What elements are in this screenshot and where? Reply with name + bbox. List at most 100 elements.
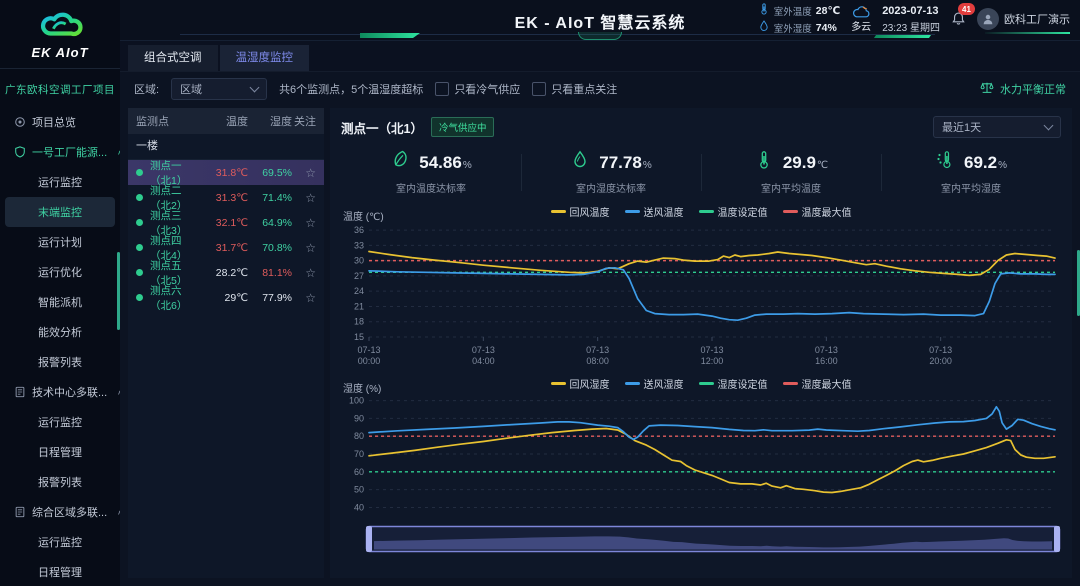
status-dot — [136, 294, 143, 301]
kpi-label: 室内平均湿度 — [941, 180, 1001, 195]
point-temperature: 29℃ — [202, 292, 248, 304]
kpi-unit: ℃ — [817, 160, 828, 171]
sidebar-item-label: 技术中心多联... — [32, 384, 107, 400]
sidebar-item[interactable]: 运行优化 — [0, 257, 120, 287]
favorite-star-icon[interactable]: ☆ — [292, 241, 316, 255]
sidebar-item-label: 日程管理 — [38, 444, 82, 460]
legend-item[interactable]: 温度最大值 — [783, 204, 852, 219]
status-dot — [136, 244, 143, 251]
humidity-icon — [935, 150, 955, 175]
focus-checkbox[interactable] — [532, 82, 546, 96]
svg-text:18: 18 — [354, 317, 364, 327]
sidebar-item[interactable]: 运行监控 — [0, 167, 120, 197]
sidebar-scrollbar[interactable] — [117, 252, 120, 330]
detail-title: 测点一（北1） — [341, 118, 423, 137]
datazoom-slider[interactable] — [341, 525, 1061, 558]
cold-supply-filter[interactable]: 只看冷气供应 — [435, 81, 520, 97]
bell-icon — [951, 13, 966, 30]
sidebar-item[interactable]: 技术中心多联... ∧ — [0, 377, 120, 407]
point-row[interactable]: 测点六（北6）29℃77.9%☆ — [128, 285, 324, 310]
column-header: 监测点 — [136, 113, 202, 129]
status-dot — [136, 169, 143, 176]
svg-text:100: 100 — [349, 396, 364, 406]
outdoor-conditions: 室外温度 28℃ 室外湿度 74% — [758, 3, 840, 35]
temperature-chart: 151821242730333607-1300:0007-1304:0007-1… — [341, 219, 1061, 371]
region-select[interactable]: 区域 — [171, 78, 267, 100]
datazoom-track[interactable] — [365, 525, 1061, 553]
point-row[interactable]: 测点五（北5）28.2℃81.1%☆ — [128, 260, 324, 285]
legend-label: 温度最大值 — [802, 204, 852, 219]
sidebar-item[interactable]: 运行监控 — [0, 407, 120, 437]
kpi-value: 29.9 — [783, 153, 816, 172]
legend-item[interactable]: 回风温度 — [551, 204, 610, 219]
legend-item[interactable]: 湿度设定值 — [699, 376, 768, 391]
cloud-logo-icon — [36, 29, 84, 46]
floor-group-row[interactable]: 一楼 — [128, 134, 324, 160]
kpi-value: 77.78 — [599, 153, 642, 172]
legend-item[interactable]: 送风温度 — [625, 204, 684, 219]
svg-text:30: 30 — [354, 256, 364, 266]
sidebar-item[interactable]: 一号工厂能源...∧ — [0, 137, 120, 167]
kpi-top: 54.86% — [390, 150, 471, 175]
point-temperature: 31.7℃ — [202, 242, 248, 254]
svg-text:07-13: 07-13 — [472, 345, 495, 355]
points-table-header: 监测点温度湿度关注 — [128, 108, 324, 134]
svg-text:08:00: 08:00 — [586, 356, 609, 366]
sidebar-item[interactable]: 运行计划 — [0, 227, 120, 257]
sidebar-item[interactable]: 报警列表 — [0, 347, 120, 377]
kpi-unit: % — [643, 160, 652, 171]
sidebar-item[interactable]: 日程管理 — [0, 437, 120, 467]
favorite-star-icon[interactable]: ☆ — [292, 216, 316, 230]
favorite-star-icon[interactable]: ☆ — [292, 191, 316, 205]
sidebar-item[interactable]: 智能派机 — [0, 287, 120, 317]
thermometer-icon — [754, 150, 774, 175]
tab-active[interactable]: 温湿度监控 — [220, 45, 310, 71]
favorite-star-icon[interactable]: ☆ — [292, 291, 316, 305]
sidebar-item-label: 能效分析 — [38, 324, 82, 340]
datazoom-handle-right — [1054, 526, 1060, 552]
point-row[interactable]: 测点四（北4）31.7℃70.8%☆ — [128, 235, 324, 260]
time-range-select[interactable]: 最近1天 — [933, 116, 1061, 138]
svg-text:90: 90 — [354, 413, 364, 423]
notifications-button[interactable]: 41 — [951, 11, 966, 31]
sidebar-item-active[interactable]: 末端监控 — [5, 197, 115, 227]
logo: EK AIoT — [0, 0, 120, 60]
sidebar-item[interactable]: 项目总览 — [0, 107, 120, 137]
svg-text:50: 50 — [354, 485, 364, 495]
temperature-chart-block: 温度 (℃) 回风温度送风温度温度设定值温度最大值 15182124273033… — [341, 199, 1061, 371]
legend-item[interactable]: 湿度最大值 — [783, 376, 852, 391]
svg-text:36: 36 — [354, 225, 364, 235]
weather-text: 多云 — [851, 23, 871, 33]
legend-item[interactable]: 温度设定值 — [699, 204, 768, 219]
point-humidity: 64.9% — [248, 217, 292, 229]
point-row[interactable]: 测点二（北2）31.3℃71.4%☆ — [128, 185, 324, 210]
project-title: 广东欧科空调工厂项目 — [0, 69, 120, 107]
time-text: 23:23 星期四 — [882, 19, 940, 34]
sidebar-item[interactable]: 综合区域多联...∧ — [0, 497, 120, 527]
sidebar-item[interactable]: 日程管理 — [0, 557, 120, 586]
sidebar-item[interactable]: 报警列表 — [0, 467, 120, 497]
legend-item[interactable]: 送风湿度 — [625, 376, 684, 391]
favorite-star-icon[interactable]: ☆ — [292, 166, 316, 180]
svg-text:20:00: 20:00 — [929, 356, 952, 366]
deco-green-bar — [874, 35, 931, 38]
column-header: 关注 — [292, 113, 316, 129]
focus-filter[interactable]: 只看重点关注 — [532, 81, 617, 97]
legend-item[interactable]: 回风湿度 — [551, 376, 610, 391]
kpi-value: 54.86 — [419, 153, 462, 172]
water-drop-icon — [758, 20, 770, 35]
favorite-star-icon[interactable]: ☆ — [292, 266, 316, 280]
legend-swatch — [551, 382, 566, 385]
sidebar-item[interactable]: 运行监控 — [0, 527, 120, 557]
user-menu[interactable]: 欧科工厂演示 — [977, 8, 1070, 30]
notification-badge: 41 — [958, 3, 975, 15]
sidebar-item[interactable]: 能效分析 — [0, 317, 120, 347]
collapse-arrow-icon: ∧ — [117, 388, 120, 395]
cold-supply-checkbox[interactable] — [435, 82, 449, 96]
point-row[interactable]: 测点三（北3）32.1℃64.9%☆ — [128, 210, 324, 235]
point-row[interactable]: 测点一（北1）31.8℃69.5%☆ — [128, 160, 324, 185]
kpi-unit: % — [463, 160, 472, 171]
column-header: 温度 — [202, 113, 248, 129]
point-name: 测点六（北6） — [150, 283, 202, 313]
tab-item[interactable]: 组合式空调 — [128, 45, 218, 71]
